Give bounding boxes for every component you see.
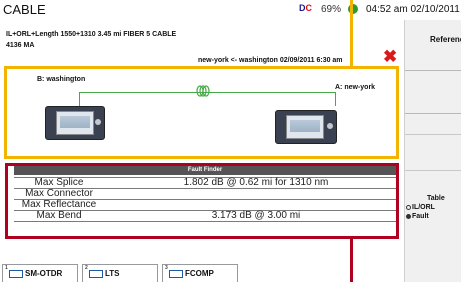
sidebar: References Table IL/ORL Fault — [404, 20, 461, 282]
fault-label: Max Splice — [34, 177, 84, 188]
tab-icon — [89, 270, 103, 278]
tab-icon — [9, 270, 23, 278]
sidebar-panel — [405, 70, 461, 114]
fault-label: Max Reflectance — [21, 199, 97, 210]
radio-label: Fault — [412, 213, 429, 220]
fault-value: 1.802 dB @ 0.62 mi for 1310 nm — [183, 177, 329, 188]
link-diagram: B: washington A: new-york — [4, 66, 399, 159]
tab-number: 1 — [5, 265, 8, 271]
radio-il-orl[interactable]: IL/ORL — [406, 204, 435, 211]
radio-icon — [406, 213, 411, 219]
tab-icon — [169, 270, 183, 278]
fault-label: Max Bend — [36, 210, 82, 221]
fault-value: 3.173 dB @ 3.00 mi — [211, 210, 301, 221]
table-row: Max Splice 1.802 dB @ 0.62 mi for 1310 n… — [14, 177, 396, 188]
table-row: Max Bend 3.173 dB @ 3.00 mi — [14, 210, 396, 222]
test-id: 4136 MA — [6, 42, 35, 49]
end-a-label: A: new-york — [335, 84, 376, 91]
test-summary: IL+ORL+Length 1550+1310 3.45 mi FIBER 5 … — [6, 31, 177, 38]
test-header: IL+ORL+Length 1550+1310 3.45 mi FIBER 5 … — [0, 20, 404, 70]
tab-number: 3 — [165, 265, 168, 271]
divider — [405, 170, 461, 171]
close-icon[interactable]: ✖ — [383, 48, 397, 65]
otdr-device-icon — [45, 106, 105, 140]
fault-finder-title: Fault Finder — [14, 166, 396, 175]
radio-label: IL/ORL — [412, 204, 435, 211]
battery-percent: 69% — [321, 4, 342, 15]
tab-fcomp[interactable]: 3 FCOMP — [162, 264, 238, 282]
otdr-device-icon — [275, 110, 337, 144]
references-button[interactable]: References — [430, 35, 461, 44]
title-bar: CABLE DC 69% 04:52 am 02/10/2011 — [0, 0, 461, 21]
fault-label: Max Connector — [25, 188, 93, 199]
clock: 04:52 am 02/10/2011 — [366, 4, 460, 15]
fault-table: Max Splice 1.802 dB @ 0.62 mi for 1310 n… — [14, 177, 396, 222]
tab-number: 2 — [85, 265, 88, 271]
tab-label: FCOMP — [185, 269, 214, 278]
highlight-pointer-bottom — [350, 238, 353, 282]
divider — [405, 134, 461, 135]
table-row: Max Connector — [14, 188, 396, 199]
tab-label: SM-OTDR — [25, 269, 63, 278]
tab-lts[interactable]: 2 LTS — [82, 264, 158, 282]
tab-sm-otdr[interactable]: 1 SM-OTDR — [2, 264, 78, 282]
highlight-pointer-top — [350, 0, 353, 68]
end-b-label: B: washington — [37, 76, 86, 83]
test-direction-date: new-york <- washington 02/09/2011 6:30 a… — [198, 57, 343, 64]
radio-fault[interactable]: Fault — [406, 213, 429, 220]
fault-finder-panel: Fault Finder Max Splice 1.802 dB @ 0.62 … — [5, 163, 399, 239]
tab-label: LTS — [105, 269, 120, 278]
app-title: CABLE — [3, 2, 46, 17]
table-row: Max Reflectance — [14, 199, 396, 210]
fiber-coil-icon — [196, 85, 210, 97]
table-title: Table — [427, 195, 445, 202]
dc-icon: DC — [299, 3, 312, 13]
radio-icon — [406, 204, 411, 210]
